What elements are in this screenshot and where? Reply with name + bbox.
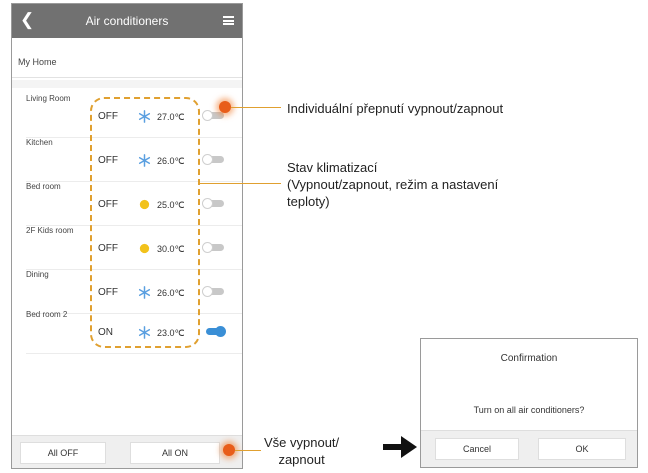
cancel-button[interactable]: Cancel xyxy=(435,438,519,460)
dialog-button-bar: Cancel OK xyxy=(421,430,637,467)
page-title: Air conditioners xyxy=(85,14,169,28)
phone-screen: ❮ Air conditioners My Home Living Room O… xyxy=(11,3,243,469)
callout-line xyxy=(235,450,261,451)
ok-button[interactable]: OK xyxy=(538,438,626,460)
power-toggle[interactable] xyxy=(202,242,226,253)
callout-status-line: Stav klimatizací xyxy=(287,160,378,175)
room-name: Bed room xyxy=(26,182,61,191)
home-label: My Home xyxy=(18,57,57,67)
callout-line xyxy=(199,183,281,184)
app-header: ❮ Air conditioners xyxy=(12,4,242,38)
highlight-dot xyxy=(223,444,235,456)
callout-all-line: Vše vypnout/ xyxy=(264,435,340,450)
room-name: Bed room 2 xyxy=(26,310,68,319)
room-name: 2F Kids room xyxy=(26,226,74,235)
dialog-message: Turn on all air conditioners? xyxy=(473,405,585,415)
hamburger-menu-icon[interactable] xyxy=(223,16,234,25)
status-highlight-frame xyxy=(90,97,200,348)
callout-status-line: teploty) xyxy=(287,194,330,209)
room-name: Kitchen xyxy=(26,138,53,147)
power-toggle[interactable] xyxy=(202,286,226,297)
callout-status-line: (Vypnout/zapnout, režim a nastavení xyxy=(287,177,499,192)
room-name: Living Room xyxy=(26,94,71,103)
callout-toggle: Individuální přepnutí vypnout/zapnout xyxy=(287,101,504,116)
divider xyxy=(12,77,242,78)
all-off-button[interactable]: All OFF xyxy=(20,442,106,464)
confirmation-dialog: Confirmation Turn on all air conditioner… xyxy=(420,338,638,468)
power-toggle[interactable] xyxy=(202,198,226,209)
bottom-bar: All OFF All ON xyxy=(12,435,242,468)
dialog-title: Confirmation xyxy=(500,353,558,364)
room-name: Dining xyxy=(26,270,49,279)
callout-status: Stav klimatizací (Vypnout/zapnout, režim… xyxy=(287,159,587,210)
all-on-button[interactable]: All ON xyxy=(130,442,220,464)
arrow-right-icon xyxy=(383,436,417,458)
highlight-dot xyxy=(219,101,231,113)
power-toggle[interactable] xyxy=(202,326,226,337)
callout-all: Vše vypnout/ zapnout xyxy=(264,434,339,468)
callout-all-line: zapnout xyxy=(278,452,325,467)
divider xyxy=(12,80,242,88)
power-toggle[interactable] xyxy=(202,154,226,165)
callout-line xyxy=(231,107,281,108)
